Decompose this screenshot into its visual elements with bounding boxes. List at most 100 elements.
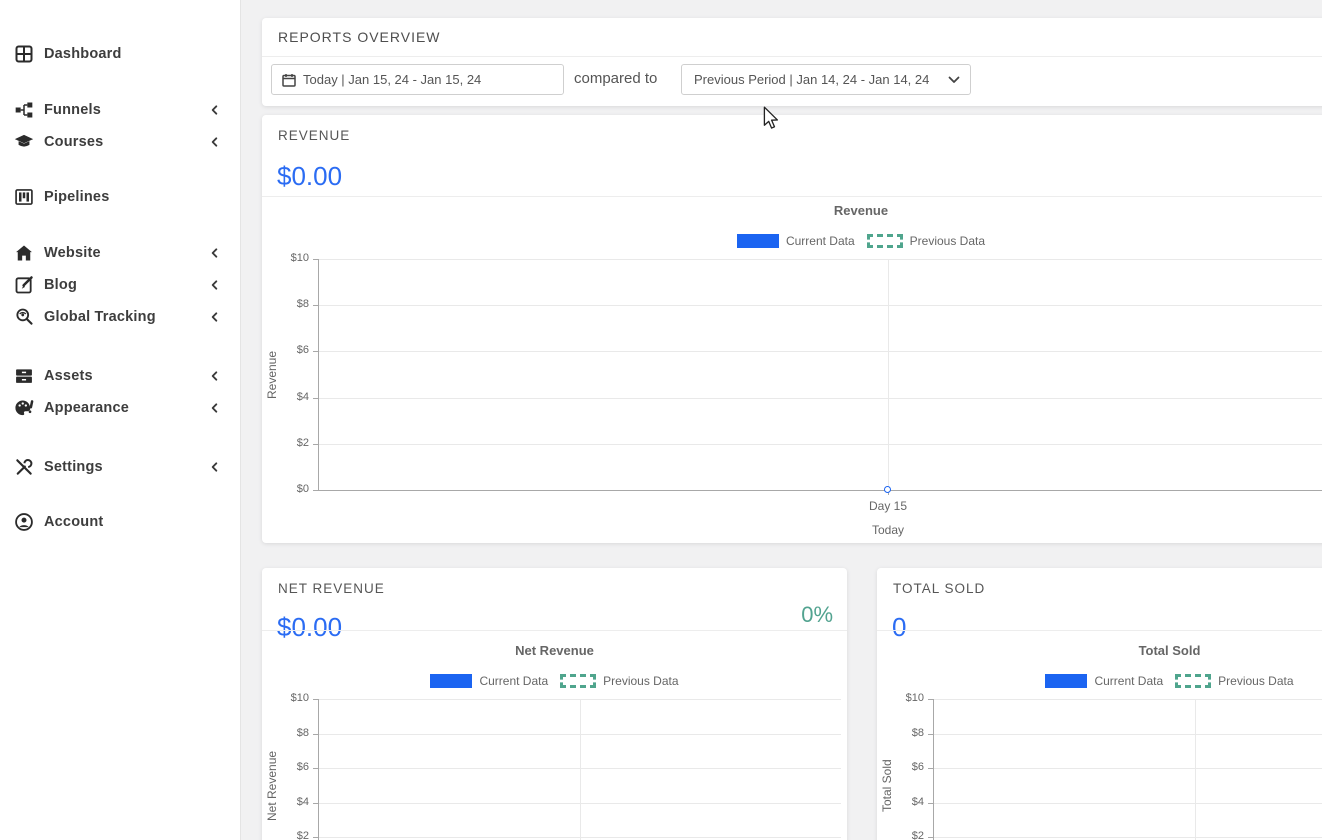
y-tick-mark: [313, 444, 319, 445]
date-range-picker[interactable]: Today | Jan 15, 24 - Jan 15, 24: [271, 64, 564, 95]
total-sold-card-value: 0: [892, 612, 906, 643]
sidebar-item-label: Appearance: [44, 400, 129, 416]
h-gridline: [319, 490, 1322, 491]
revenue-chart-title: Revenue: [262, 203, 1322, 218]
y-tick-label: $6: [261, 344, 309, 356]
y-tick-mark: [313, 699, 319, 700]
sidebar-item-account[interactable]: Account: [0, 506, 240, 538]
y-tick-label: $2: [876, 830, 924, 840]
total-sold-chart-title: Total Sold: [877, 643, 1322, 658]
y-tick-label: $0: [261, 483, 309, 495]
x-axis-title: Today: [848, 523, 928, 537]
chevron-left-icon: [209, 279, 220, 291]
y-tick-label: $2: [261, 830, 309, 840]
y-tick-label: $6: [261, 761, 309, 773]
settings-icon: [13, 456, 35, 478]
sidebar-item-dashboard[interactable]: Dashboard: [0, 38, 240, 70]
y-tick-label: $10: [261, 692, 309, 704]
y-tick-mark: [928, 734, 934, 735]
pipelines-icon: [13, 186, 35, 208]
sidebar-item-courses[interactable]: Courses: [0, 126, 240, 158]
legend-label: Previous Data: [1218, 674, 1293, 688]
legend-label: Previous Data: [910, 234, 985, 248]
y-tick-mark: [313, 259, 319, 260]
current-data-swatch: [430, 674, 472, 688]
comparison-period-select[interactable]: Previous Period | Jan 14, 24 - Jan 14, 2…: [681, 64, 971, 95]
net-revenue-chart-plot: $10$8$6$4$2: [318, 699, 841, 840]
sidebar-item-website[interactable]: Website: [0, 237, 240, 269]
divider: [262, 630, 847, 631]
sidebar-item-label: Dashboard: [44, 46, 122, 62]
revenue-card: REVENUE $0.00 Revenue Current Data Previ…: [262, 115, 1322, 543]
funnels-icon: [13, 99, 35, 121]
y-tick-mark: [313, 305, 319, 306]
sidebar-item-label: Funnels: [44, 102, 101, 118]
y-tick-mark: [928, 699, 934, 700]
chevron-left-icon: [209, 247, 220, 259]
total-sold-chart-plot: $10$8$6$4$2: [933, 699, 1322, 840]
h-gridline: [319, 398, 1322, 399]
sidebar-item-label: Courses: [44, 134, 103, 150]
h-gridline: [319, 351, 1322, 352]
calendar-icon: [282, 73, 296, 87]
net-revenue-card: NET REVENUE $0.00 0% Net Revenue Current…: [262, 568, 847, 840]
h-gridline: [319, 305, 1322, 306]
net-revenue-chart-legend: Current Data Previous Data: [262, 674, 847, 688]
total-sold-card: TOTAL SOLD 0 Total Sold Current Data Pre…: [877, 568, 1322, 840]
sidebar-item-label: Pipelines: [44, 189, 109, 205]
sidebar-item-settings[interactable]: Settings: [0, 451, 240, 483]
net-revenue-card-title: NET REVENUE: [278, 581, 385, 596]
legend-item-current-data[interactable]: Current Data: [737, 234, 855, 248]
y-tick-label: $4: [876, 796, 924, 808]
legend-item-previous-data[interactable]: Previous Data: [867, 234, 985, 248]
divider: [262, 56, 1322, 57]
h-gridline: [319, 259, 1322, 260]
reports-overview-card: REPORTS OVERVIEW Today | Jan 15, 24 - Ja…: [262, 18, 1322, 106]
total-sold-card-title: TOTAL SOLD: [893, 581, 985, 596]
sidebar-item-label: Global Tracking: [44, 309, 156, 325]
y-tick-mark: [313, 490, 319, 491]
page-title: REPORTS OVERVIEW: [278, 29, 441, 45]
chevron-left-icon: [209, 402, 220, 414]
legend-item-current-data[interactable]: Current Data: [430, 674, 548, 688]
compared-to-label: compared to: [574, 70, 657, 87]
revenue-card-title: REVENUE: [278, 128, 350, 143]
y-tick-label: $8: [261, 727, 309, 739]
h-gridline: [934, 734, 1322, 735]
sidebar-item-label: Account: [44, 514, 103, 530]
v-gridline: [888, 259, 889, 490]
blog-icon: [13, 274, 35, 296]
sidebar-item-appearance[interactable]: Appearance: [0, 392, 240, 424]
dashboard-icon: [13, 43, 35, 65]
y-tick-label: $10: [261, 252, 309, 264]
sidebar-item-assets[interactable]: Assets: [0, 360, 240, 392]
divider: [262, 196, 1322, 197]
sidebar-item-blog[interactable]: Blog: [0, 269, 240, 301]
x-tick-label: Day 15: [848, 499, 928, 513]
previous-data-swatch: [560, 674, 596, 688]
chevron-left-icon: [209, 370, 220, 382]
account-icon: [13, 511, 35, 533]
current-data-point: [884, 486, 891, 493]
legend-item-current-data[interactable]: Current Data: [1045, 674, 1163, 688]
sidebar-item-label: Blog: [44, 277, 77, 293]
divider: [877, 630, 1322, 631]
legend-item-previous-data[interactable]: Previous Data: [560, 674, 678, 688]
y-tick-mark: [928, 837, 934, 838]
sidebar-item-funnels[interactable]: Funnels: [0, 94, 240, 126]
chevron-left-icon: [209, 136, 220, 148]
y-tick-label: $8: [261, 298, 309, 310]
y-tick-mark: [928, 803, 934, 804]
previous-data-swatch: [1175, 674, 1211, 688]
date-range-value: Today | Jan 15, 24 - Jan 15, 24: [303, 72, 481, 87]
y-tick-mark: [928, 768, 934, 769]
v-gridline: [1195, 699, 1196, 840]
revenue-chart-plot: $10$8$6$4$2$0Day 15Today: [318, 259, 1322, 490]
legend-item-previous-data[interactable]: Previous Data: [1175, 674, 1293, 688]
sidebar-item-pipelines[interactable]: Pipelines: [0, 181, 240, 213]
net-revenue-chart-title: Net Revenue: [262, 643, 847, 658]
sidebar-item-global-tracking[interactable]: Global Tracking: [0, 301, 240, 333]
h-gridline: [934, 803, 1322, 804]
appearance-icon: [13, 397, 35, 419]
y-axis-label: Revenue: [264, 259, 280, 490]
